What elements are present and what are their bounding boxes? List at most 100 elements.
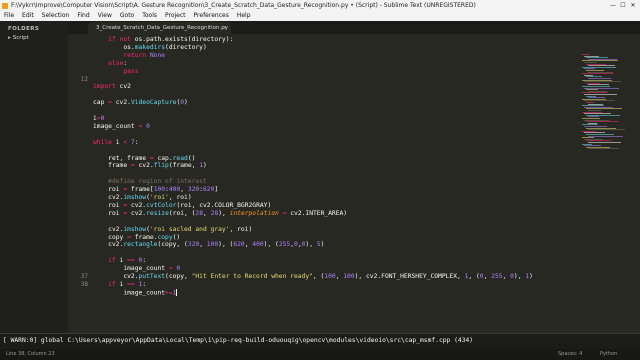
line-number (68, 234, 88, 242)
code-token: 0 (172, 265, 181, 273)
code-token: 28 (195, 209, 203, 217)
code-line[interactable]: pass (93, 67, 139, 76)
menu-project[interactable]: Project (161, 11, 190, 21)
code-token: image_count (93, 265, 169, 273)
line-number (68, 218, 88, 226)
code-line[interactable]: else: (93, 60, 127, 68)
menu-preferences[interactable]: Preferences (190, 11, 233, 21)
line-number (68, 155, 88, 163)
indentation-setting[interactable]: Spaces: 4 (558, 349, 582, 360)
menu-view[interactable]: View (94, 11, 116, 21)
tab-bar: 3_Create_Scratch_Data_Gesture_Recognitio… (68, 21, 640, 34)
line-number (68, 186, 88, 194)
line-number (68, 107, 88, 115)
code-line[interactable]: return None (93, 52, 165, 60)
code-token: imshow (123, 225, 147, 233)
code-line[interactable]: cap = cv2.VideoCapture(0) (93, 99, 188, 107)
code-token: ret, frame (93, 154, 150, 162)
code-token: == (127, 257, 135, 265)
code-token: ) (529, 273, 533, 280)
code-token: cap. (153, 154, 173, 162)
tab-close-icon[interactable]: × (222, 22, 227, 34)
line-number (68, 210, 88, 218)
minimize-button[interactable]: — (608, 0, 618, 11)
code-token: (frame, (168, 162, 200, 170)
code-line[interactable]: cv2.imshow('roi sacled and gray', roi) (93, 226, 252, 234)
line-number (68, 202, 88, 210)
code-token: flip (153, 162, 169, 170)
line-number-gutter: 12 37 38 (68, 34, 88, 333)
code-token: , ( (468, 273, 480, 280)
close-button[interactable]: ✕ (628, 0, 638, 11)
code-token: roi (93, 186, 124, 194)
sidebar-folder-label: Script (12, 35, 29, 41)
maximize-button[interactable]: ☐ (618, 0, 628, 11)
code-line[interactable]: cv2.rectangle(copy, (320, 100), (620, 40… (93, 241, 324, 249)
code-token: cv2. (127, 201, 147, 209)
syntax-setting[interactable]: Python (600, 349, 617, 360)
code-line[interactable]: if i == 0: (93, 257, 146, 265)
menu-selection[interactable]: Selection (38, 11, 74, 21)
code-token: 'roi sacled and gray' (149, 225, 230, 233)
code-line[interactable]: if not os.path.exists(directory): (93, 36, 233, 44)
code-token: 255 (491, 273, 503, 280)
code-token: None (146, 51, 166, 59)
code-line[interactable]: roi = cv2.resize(roi, (28, 28), interpol… (93, 210, 347, 218)
menu-find[interactable]: Find (73, 11, 93, 21)
code-token: rectangle (123, 241, 158, 249)
code-token: if (108, 257, 116, 265)
code-line[interactable]: image_count = 0 (93, 265, 180, 273)
code-token: cv2. (111, 99, 131, 107)
line-number (68, 60, 88, 68)
code-line[interactable]: frame = cv2.flip(frame, 1) (93, 162, 207, 170)
code-token: ) (320, 241, 325, 249)
code-line[interactable]: while i < 7: (93, 139, 139, 147)
code-line[interactable]: os.makedirs(directory) (93, 43, 206, 52)
code-line[interactable]: image_count+=1 (93, 288, 178, 297)
code-line[interactable]: i=0 (93, 115, 104, 123)
menu-edit[interactable]: Edit (18, 11, 38, 21)
code-token: 320 (187, 186, 200, 194)
code-token: 0 (142, 122, 150, 130)
code-token: pass (123, 67, 139, 75)
code-line[interactable]: #define region of interest (93, 178, 207, 186)
window-title: F:\Vykrr\Improve\Computer Vision\Script\… (11, 2, 476, 9)
code-editor[interactable]: if not os.path.exists(directory): os.mak… (93, 34, 579, 333)
code-token: makedirs (134, 43, 166, 51)
folder-expand-icon[interactable]: ▸ (8, 35, 11, 41)
code-token: roi (93, 209, 124, 217)
code-line[interactable]: copy = frame.copy() (93, 234, 180, 242)
menu-file[interactable]: File (0, 11, 18, 21)
sublime-app-icon (2, 2, 8, 9)
code-line[interactable]: ret, frame = cap.read() (93, 155, 195, 163)
minimap[interactable] (580, 34, 635, 333)
code-line[interactable]: import cv2 (93, 83, 131, 91)
menu-help[interactable]: Help (233, 11, 255, 21)
menu-goto[interactable]: Goto (116, 11, 138, 21)
line-number (68, 249, 88, 257)
code-token: ) (203, 162, 207, 170)
code-line[interactable]: cv2.imshow('roi', roi) (93, 194, 191, 202)
line-number (68, 83, 88, 91)
code-line[interactable]: cv2.putText(copy, "Hit Enter to Record w… (93, 273, 533, 281)
tab-current-file[interactable]: 3_Create_Scratch_Data_Gesture_Recognitio… (88, 22, 231, 34)
line-number (68, 147, 88, 155)
menu-tools[interactable]: Tools (138, 11, 161, 21)
line-number (68, 99, 88, 107)
sidebar-folder-script[interactable]: ▸ Script (0, 32, 68, 41)
code-line[interactable]: roi = frame[100:400, 320:620] (93, 186, 218, 194)
cursor-position: Line 38, Column 23 (6, 351, 55, 357)
code-token: frame. (130, 233, 158, 241)
code-token: read (172, 154, 188, 162)
code-token: : (142, 257, 147, 265)
line-number (68, 241, 88, 249)
code-token: , (180, 186, 188, 194)
code-token: import (93, 83, 116, 91)
code-line[interactable]: if i == 1: (93, 281, 146, 289)
code-line[interactable]: roi = cv2.cvtColor(roi, cv2.COLOR_BGR2GR… (93, 202, 271, 210)
code-line[interactable]: image_count = 0 (93, 123, 150, 131)
code-token: cv2. (93, 241, 124, 249)
